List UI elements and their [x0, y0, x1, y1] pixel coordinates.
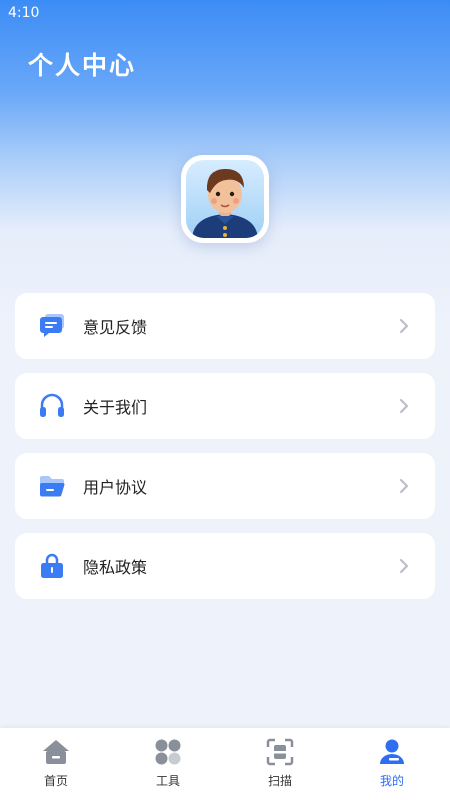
chevron-right-icon [397, 395, 411, 417]
tab-label: 我的 [379, 774, 404, 788]
tab-scan[interactable]: 扫描 [224, 728, 336, 800]
menu-item-privacy-policy[interactable]: 隐私政策 [15, 533, 435, 599]
tab-label: 首页 [43, 774, 68, 788]
headphones-icon [39, 393, 65, 419]
profile-icon [378, 738, 406, 766]
home-icon [42, 738, 70, 766]
lock-icon [39, 553, 65, 579]
chevron-right-icon [397, 475, 411, 497]
menu-item-user-agreement[interactable]: 用户协议 [15, 453, 435, 519]
tools-grid-icon [154, 738, 182, 766]
tab-tools[interactable]: 工具 [112, 728, 224, 800]
tab-label: 扫描 [267, 774, 292, 788]
menu-item-label: 关于我们 [83, 398, 148, 417]
tab-label: 工具 [155, 774, 180, 788]
folder-icon [39, 473, 65, 499]
feedback-chat-icon [39, 313, 65, 339]
page-title: 个人中心 [28, 51, 137, 80]
status-bar-time: 4:10 [8, 5, 40, 21]
bottom-tab-bar: 首页 工具 扫描 我的 [0, 728, 450, 800]
tab-home[interactable]: 首页 [0, 728, 112, 800]
menu-item-about-us[interactable]: 关于我们 [15, 373, 435, 439]
menu-item-label: 用户协议 [83, 478, 148, 497]
menu-item-feedback[interactable]: 意见反馈 [15, 293, 435, 359]
avatar[interactable] [181, 155, 269, 243]
avatar-image [186, 160, 264, 238]
scan-icon [266, 738, 294, 766]
chevron-right-icon [397, 315, 411, 337]
chevron-right-icon [397, 555, 411, 577]
menu-item-label: 意见反馈 [83, 318, 148, 337]
tab-mine[interactable]: 我的 [336, 728, 448, 800]
menu-item-label: 隐私政策 [83, 558, 148, 577]
